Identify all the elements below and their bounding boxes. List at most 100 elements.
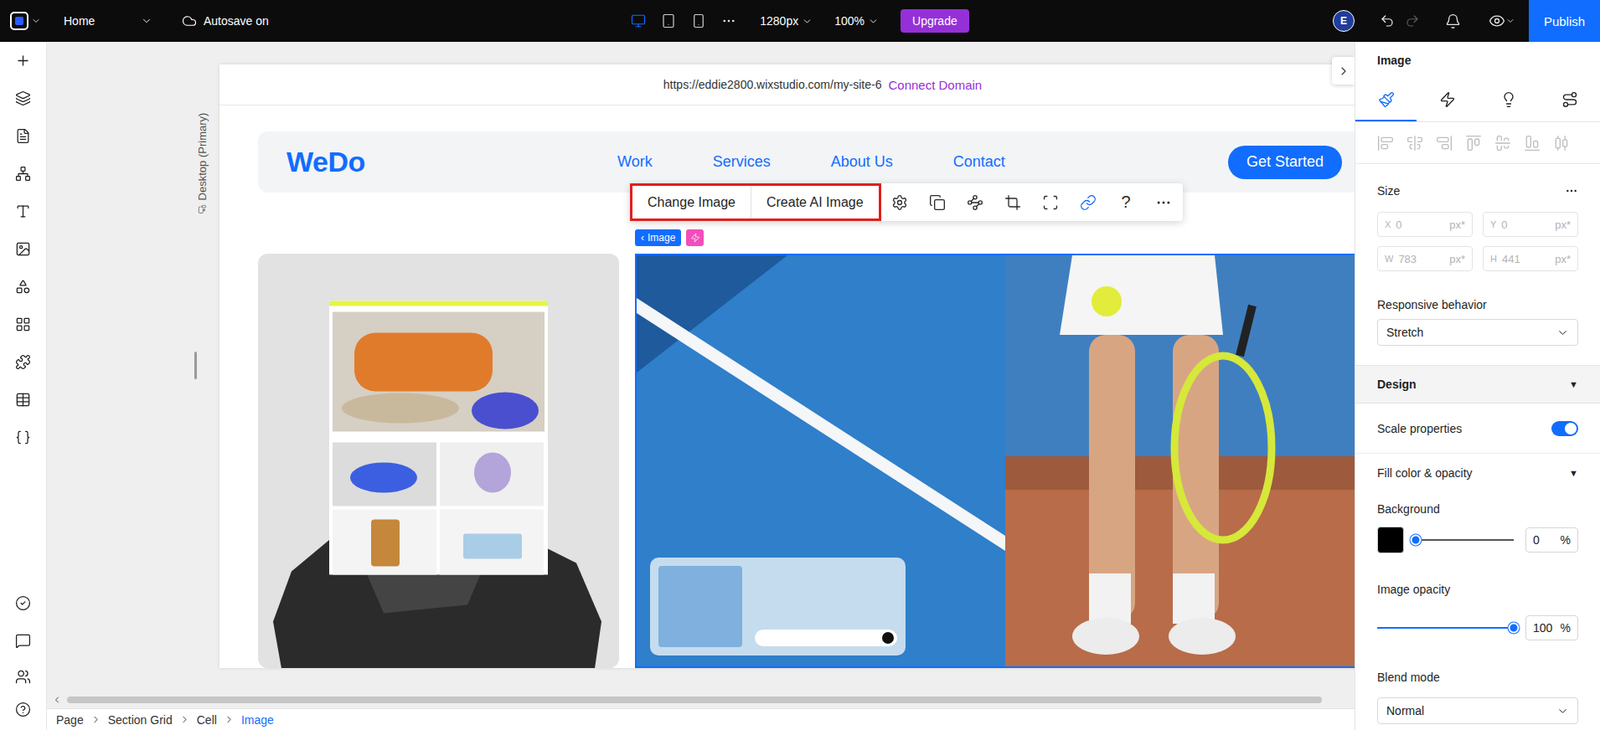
apps-button[interactable]: [0, 305, 47, 344]
studio-menu-button[interactable]: [10, 11, 42, 31]
selected-image[interactable]: [634, 253, 1355, 669]
background-opacity-slider[interactable]: [1415, 539, 1514, 542]
align-button[interactable]: [1465, 134, 1482, 152]
fill-section-header[interactable]: Fill color & opacity▼: [1355, 454, 1600, 493]
add-button[interactable]: [0, 41, 47, 80]
link-button[interactable]: [1069, 183, 1108, 222]
media-button[interactable]: [0, 230, 47, 269]
breadcrumb-item[interactable]: Page: [56, 713, 84, 728]
site-structure-button[interactable]: [0, 154, 47, 193]
connect-button[interactable]: [956, 183, 995, 222]
site-nav-link[interactable]: Contact: [953, 153, 1006, 171]
align-button[interactable]: [1494, 134, 1512, 152]
collaborators-button[interactable]: [0, 660, 47, 695]
resize-handle[interactable]: [194, 351, 197, 380]
device-button[interactable]: [660, 13, 677, 29]
animation-icon: [929, 194, 946, 212]
cms-button[interactable]: [0, 381, 47, 419]
connect-domain-link[interactable]: Connect Domain: [887, 77, 982, 93]
width-select[interactable]: 1280px: [759, 14, 813, 28]
align-button[interactable]: [1406, 134, 1424, 152]
image-actions-highlight: Change ImageCreate AI Image: [629, 183, 882, 222]
animation-button[interactable]: [918, 183, 957, 222]
background-color-swatch[interactable]: [1377, 526, 1404, 554]
background-label: Background: [1355, 492, 1600, 527]
site-checklist-button[interactable]: [0, 584, 47, 623]
scale-properties-toggle[interactable]: [1551, 421, 1579, 437]
size-field[interactable]: Y0px*: [1482, 211, 1579, 238]
components-button[interactable]: [0, 268, 47, 306]
site-nav-link[interactable]: About Us: [830, 153, 893, 171]
notifications-button[interactable]: [1445, 13, 1461, 30]
slider-thumb[interactable]: [1410, 535, 1422, 547]
page-select[interactable]: Home: [63, 10, 153, 31]
horizontal-scrollbar: [46, 691, 1355, 709]
interaction-badge[interactable]: [686, 229, 704, 247]
mockup-image[interactable]: [258, 253, 620, 669]
code-button[interactable]: [0, 418, 47, 457]
image-opacity-slider[interactable]: [1377, 627, 1514, 630]
add-icon: [15, 52, 31, 69]
crop-button[interactable]: [994, 183, 1033, 222]
url-bar: https://eddie2800.wixstudio.com/my-site-…: [219, 64, 1355, 106]
breadcrumb-item[interactable]: Cell: [196, 713, 217, 728]
connect-icon: [1561, 91, 1579, 109]
image-action-button[interactable]: Create AI Image: [750, 185, 879, 219]
panel-tab[interactable]: [1355, 78, 1417, 122]
align-button[interactable]: [1377, 134, 1394, 152]
size-field[interactable]: X0px*: [1377, 211, 1473, 238]
undo-button[interactable]: [1379, 13, 1395, 29]
focus-button[interactable]: [1032, 183, 1070, 222]
design-section-header[interactable]: Design▼: [1355, 365, 1600, 404]
image-action-button[interactable]: Change Image: [632, 185, 751, 219]
settings-button[interactable]: [881, 183, 919, 222]
breadcrumb-item[interactable]: Image: [241, 713, 274, 728]
preview-button[interactable]: [1488, 12, 1516, 30]
typography-button[interactable]: [0, 192, 47, 231]
pages-icon: [15, 128, 31, 145]
site-logo[interactable]: WeDo: [286, 145, 618, 179]
help-button[interactable]: [0, 694, 47, 726]
pages-button[interactable]: [0, 117, 47, 155]
panel-tab[interactable]: [1416, 78, 1478, 122]
more-actions-button[interactable]: [1145, 183, 1183, 222]
site-nav-link[interactable]: Work: [617, 153, 653, 171]
background-opacity-input[interactable]: 0%: [1525, 527, 1579, 553]
panel-tab[interactable]: [1538, 78, 1600, 122]
more-devices-button[interactable]: [721, 13, 737, 29]
size-field[interactable]: H441px*: [1482, 246, 1579, 272]
align-button[interactable]: [1553, 134, 1570, 152]
selection-badge[interactable]: ‹Image: [634, 229, 682, 247]
layers-button[interactable]: [0, 79, 47, 118]
publish-button[interactable]: Publish: [1528, 0, 1600, 42]
align-button[interactable]: [1435, 134, 1453, 152]
user-avatar[interactable]: E: [1332, 10, 1355, 32]
collapse-panel-button[interactable]: [1331, 56, 1355, 85]
redo-button[interactable]: [1404, 13, 1420, 29]
scroll-thumb[interactable]: [67, 696, 1322, 704]
breadcrumb-item[interactable]: Section Grid: [108, 713, 173, 728]
code-icon: [15, 429, 31, 446]
align-button[interactable]: [1523, 134, 1541, 152]
site-structure-icon: [15, 165, 31, 182]
link-icon: [1079, 194, 1097, 212]
panel-tab[interactable]: [1477, 78, 1539, 122]
cloud-icon: [181, 13, 197, 29]
device-button[interactable]: [630, 13, 646, 29]
upgrade-button[interactable]: Upgrade: [900, 9, 970, 33]
ellipsis-icon: [721, 13, 737, 29]
image-opacity-input[interactable]: 100%: [1525, 615, 1579, 641]
comments-button[interactable]: [0, 622, 47, 661]
site-nav-link[interactable]: Services: [712, 153, 771, 171]
image-opacity-label: Image opacity: [1355, 572, 1600, 607]
device-button[interactable]: [691, 13, 707, 29]
help-button[interactable]: ?: [1107, 183, 1146, 222]
slider-thumb[interactable]: [1508, 623, 1520, 635]
zoom-select[interactable]: 100%: [834, 14, 879, 28]
blend-mode-select[interactable]: Normal: [1377, 697, 1579, 725]
align-middle-icon: [1494, 134, 1512, 152]
size-field[interactable]: W783px*: [1377, 246, 1473, 272]
responsive-select[interactable]: Stretch: [1377, 319, 1579, 346]
integrations-button[interactable]: [0, 343, 47, 382]
get-started-button[interactable]: Get Started: [1228, 145, 1342, 180]
